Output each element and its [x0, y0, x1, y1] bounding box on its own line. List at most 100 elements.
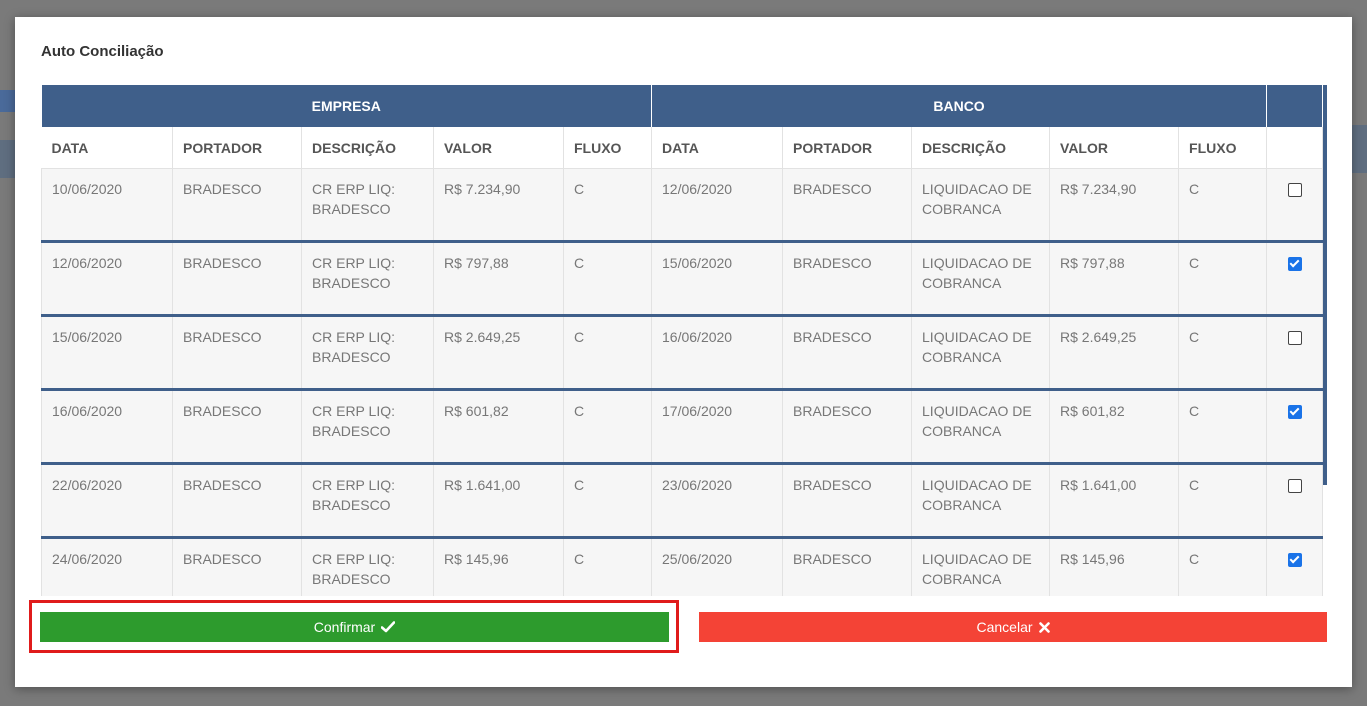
cell-empresa-valor: R$ 2.649,25 — [433, 315, 564, 391]
cell-banco-valor: R$ 2.649,25 — [1049, 315, 1180, 391]
cell-banco-valor: R$ 145,96 — [1049, 537, 1180, 596]
cell-banco-fluxo: C — [1178, 389, 1268, 465]
cell-empresa-descricao-line: BRADESCO — [312, 275, 391, 291]
row-select-checkbox[interactable] — [1287, 183, 1302, 197]
column-header-empresa-valor[interactable]: VALOR — [433, 127, 564, 169]
cell-banco-descricao: LIQUIDACAO DE COBRANCA — [911, 389, 1051, 465]
backdrop-stripe — [0, 140, 15, 178]
cell-banco-descricao-line: LIQUIDACAO DE — [922, 255, 1032, 271]
column-header-row: DATA PORTADOR DESCRIÇÃO VALOR FLUXO DATA… — [41, 127, 1324, 169]
reconciliation-table-container[interactable]: EMPRESA BANCO DATA PORTADOR DESCRIÇÃO VA… — [41, 85, 1329, 596]
cell-empresa-portador: BRADESCO — [172, 389, 302, 465]
table-row[interactable]: 15/06/2020 BRADESCO CR ERP LIQ: BRADESCO R$ … — [41, 315, 1324, 391]
cell-empresa-portador: BRADESCO — [172, 241, 302, 317]
cell-empresa-portador: BRADESCO — [172, 537, 302, 596]
cell-empresa-descricao-line: CR ERP LIQ: — [312, 403, 395, 419]
cell-banco-data: 23/06/2020 — [651, 463, 784, 539]
cell-banco-portador: BRADESCO — [782, 168, 913, 243]
table-row[interactable]: 12/06/2020 BRADESCO CR ERP LIQ: BRADESCO R$ … — [41, 241, 1324, 317]
row-select-checkbox[interactable] — [1287, 479, 1302, 493]
cell-select — [1266, 389, 1324, 465]
cell-banco-data: 15/06/2020 — [651, 241, 784, 317]
cell-empresa-portador: BRADESCO — [172, 168, 302, 243]
column-header-empresa-descricao[interactable]: DESCRIÇÃO — [301, 127, 434, 169]
cell-empresa-descricao-line: BRADESCO — [312, 201, 391, 217]
cell-empresa-descricao: CR ERP LIQ: BRADESCO — [301, 537, 434, 596]
table-row[interactable]: 22/06/2020 BRADESCO CR ERP LIQ: BRADESCO R$ … — [41, 463, 1324, 539]
cell-empresa-fluxo: C — [563, 537, 653, 596]
cell-select — [1266, 315, 1324, 391]
cell-empresa-descricao-line: BRADESCO — [312, 571, 391, 587]
cell-banco-descricao: LIQUIDACAO DE COBRANCA — [911, 537, 1051, 596]
cell-empresa-valor: R$ 7.234,90 — [433, 168, 564, 243]
group-header-banco: BANCO — [651, 85, 1268, 127]
cell-banco-valor: R$ 1.641,00 — [1049, 463, 1180, 539]
column-header-banco-fluxo[interactable]: FLUXO — [1178, 127, 1268, 169]
cell-banco-descricao: LIQUIDACAO DE COBRANCA — [911, 241, 1051, 317]
cell-banco-valor: R$ 797,88 — [1049, 241, 1180, 317]
row-select-checkbox[interactable] — [1287, 257, 1302, 271]
cell-empresa-descricao: CR ERP LIQ: BRADESCO — [301, 315, 434, 391]
cell-banco-fluxo: C — [1178, 315, 1268, 391]
cell-empresa-data: 24/06/2020 — [41, 537, 173, 596]
cell-empresa-portador: BRADESCO — [172, 463, 302, 539]
column-header-empresa-fluxo[interactable]: FLUXO — [563, 127, 653, 169]
cell-empresa-descricao-line: BRADESCO — [312, 423, 391, 439]
table-row[interactable]: 24/06/2020 BRADESCO CR ERP LIQ: BRADESCO R$ … — [41, 537, 1324, 596]
cell-banco-fluxo: C — [1178, 241, 1268, 317]
cell-banco-descricao: LIQUIDACAO DE COBRANCA — [911, 463, 1051, 539]
cell-empresa-descricao-line: CR ERP LIQ: — [312, 181, 395, 197]
column-header-banco-descricao[interactable]: DESCRIÇÃO — [911, 127, 1051, 169]
group-header-row: EMPRESA BANCO — [41, 85, 1324, 127]
cell-empresa-descricao-line: CR ERP LIQ: — [312, 329, 395, 345]
column-header-banco-valor[interactable]: VALOR — [1049, 127, 1180, 169]
confirm-button[interactable]: Confirmar — [40, 612, 669, 642]
cell-empresa-descricao: CR ERP LIQ: BRADESCO — [301, 241, 434, 317]
cell-banco-descricao-line: COBRANCA — [922, 497, 1002, 513]
cell-banco-portador: BRADESCO — [782, 389, 913, 465]
table-body: 10/06/2020 BRADESCO CR ERP LIQ: BRADESCO R$ … — [41, 168, 1324, 596]
cell-empresa-fluxo: C — [563, 315, 653, 391]
cell-select — [1266, 463, 1324, 539]
cell-banco-descricao: LIQUIDACAO DE COBRANCA — [911, 168, 1051, 243]
cell-empresa-valor: R$ 797,88 — [433, 241, 564, 317]
dialog-title: Auto Conciliação — [41, 43, 164, 60]
cell-banco-descricao-line: LIQUIDACAO DE — [922, 181, 1032, 197]
backdrop-stripe — [0, 90, 15, 112]
cell-banco-fluxo: C — [1178, 168, 1268, 243]
cell-banco-portador: BRADESCO — [782, 463, 913, 539]
cell-banco-descricao-line: COBRANCA — [922, 349, 1002, 365]
cell-banco-data: 25/06/2020 — [651, 537, 784, 596]
row-select-checkbox[interactable] — [1287, 405, 1302, 419]
cell-empresa-data: 15/06/2020 — [41, 315, 173, 391]
table-scrollbar[interactable] — [1323, 85, 1327, 485]
column-header-empresa-portador[interactable]: PORTADOR — [172, 127, 302, 169]
column-header-banco-data[interactable]: DATA — [651, 127, 784, 169]
cell-empresa-descricao: CR ERP LIQ: BRADESCO — [301, 463, 434, 539]
confirm-button-label: Confirmar — [313, 619, 376, 635]
table-row[interactable]: 10/06/2020 BRADESCO CR ERP LIQ: BRADESCO R$ … — [41, 168, 1324, 243]
group-header-select — [1266, 85, 1324, 127]
cell-banco-fluxo: C — [1178, 537, 1268, 596]
column-header-banco-portador[interactable]: PORTADOR — [782, 127, 913, 169]
check-icon — [381, 621, 396, 633]
cell-banco-data: 17/06/2020 — [651, 389, 784, 465]
column-header-empresa-data[interactable]: DATA — [41, 127, 173, 169]
cell-select — [1266, 241, 1324, 317]
cell-banco-fluxo: C — [1178, 463, 1268, 539]
cell-banco-descricao-line: LIQUIDACAO DE — [922, 477, 1032, 493]
cell-empresa-data: 12/06/2020 — [41, 241, 173, 317]
row-select-checkbox[interactable] — [1287, 331, 1302, 345]
cell-banco-descricao-line: LIQUIDACAO DE — [922, 403, 1032, 419]
cell-banco-data: 16/06/2020 — [651, 315, 784, 391]
cancel-button[interactable]: Cancelar — [699, 612, 1327, 642]
cell-empresa-fluxo: C — [563, 168, 653, 243]
cell-empresa-portador: BRADESCO — [172, 315, 302, 391]
cell-banco-descricao-line: LIQUIDACAO DE — [922, 329, 1032, 345]
group-header-empresa: EMPRESA — [41, 85, 653, 127]
table-row[interactable]: 16/06/2020 BRADESCO CR ERP LIQ: BRADESCO R$ … — [41, 389, 1324, 465]
cell-banco-valor: R$ 7.234,90 — [1049, 168, 1180, 243]
cell-empresa-valor: R$ 601,82 — [433, 389, 564, 465]
cell-empresa-descricao: CR ERP LIQ: BRADESCO — [301, 168, 434, 243]
row-select-checkbox[interactable] — [1287, 553, 1302, 567]
